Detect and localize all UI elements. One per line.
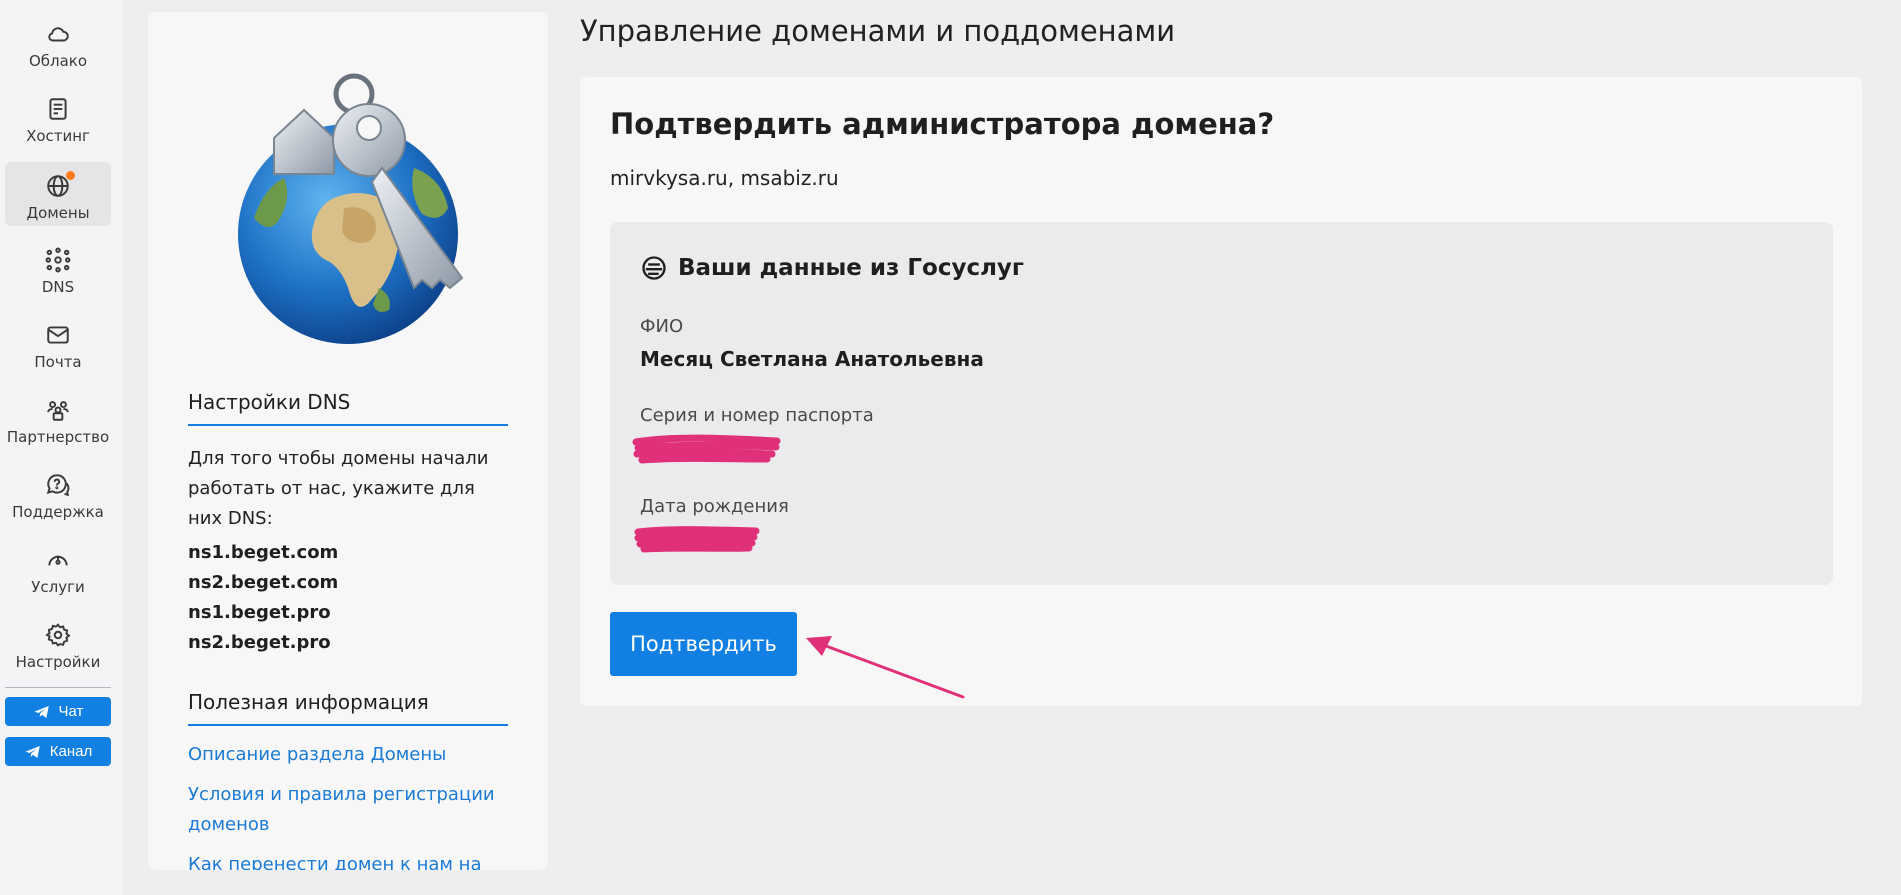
nameserver-item: ns1.beget.pro [188,602,331,623]
useful-info-title: Полезная информация [188,690,508,726]
fio-label: ФИО [640,316,684,337]
support-chat-icon [44,471,72,499]
domains-list: mirvkysa.ru, msabiz.ru [610,166,839,190]
link-domains-description[interactable]: Описание раздела Домены [188,740,508,770]
info-panel: Настройки DNS Для того чтобы домены нача… [148,12,548,870]
globe-keys-illustration [214,48,494,358]
page-title: Управление доменами и поддоменами [580,14,1176,48]
mail-icon [44,321,72,349]
confirm-admin-card: Подтвердить администратора домена? mirvk… [580,77,1862,706]
nav-item-settings[interactable]: Настройки [5,611,111,675]
dns-settings-title: Настройки DNS [188,390,508,426]
gear-icon [44,621,72,649]
passport-redaction-scribble [632,434,781,464]
channel-button-label: Канал [49,743,93,760]
passport-label: Серия и номер паспорта [640,405,874,426]
fio-value: Месяц Светлана Анатольевна [640,347,984,371]
nav-item-hosting[interactable]: Хостинг [5,85,111,149]
cloud-icon [44,20,72,48]
nav-label: Домены [26,204,90,222]
link-transfer-domain[interactable]: Как перенести домен к нам на [188,850,508,870]
speedometer-icon [44,546,72,574]
nameserver-item: ns2.beget.com [188,572,339,593]
chat-button-label: Чат [58,703,84,720]
nav-label: Поддержка [12,503,104,521]
nav-item-cloud[interactable]: Облако [5,10,111,74]
gosuslugi-data-panel: Ваши данные из Госуслуг ФИО Месяц Светла… [610,222,1833,585]
telegram-icon [25,745,40,758]
birthdate-redaction-scribble [634,526,760,553]
nav-item-partnership[interactable]: Партнерство [5,386,111,450]
nav-item-dns[interactable]: DNS [5,236,111,300]
card-title: Подтвердить администратора домена? [610,107,1275,141]
chat-button[interactable]: Чат [5,697,111,726]
nav-label: Хостинг [26,127,90,145]
link-registration-rules[interactable]: Условия и правила регистрации доменов [188,780,508,840]
nameserver-item: ns2.beget.pro [188,632,331,653]
nav-item-support[interactable]: Поддержка [5,461,111,525]
nav-label: Почта [34,353,82,371]
channel-button[interactable]: Канал [5,737,111,766]
telegram-icon [34,705,49,718]
dns-network-icon [44,246,72,274]
nav-label: DNS [41,278,75,296]
server-icon [44,95,72,123]
birthdate-label: Дата рождения [640,496,789,517]
gosuslugi-header: Ваши данные из Госуслуг [640,254,1024,282]
nav-label: Настройки [15,653,101,671]
nav-item-services[interactable]: Услуги [5,536,111,600]
nav-label: Партнерство [6,428,110,446]
gosuslugi-logo-icon [642,256,666,280]
nav-divider [5,687,111,688]
nav-item-mail[interactable]: Почта [5,311,111,375]
nav-label: Услуги [31,578,85,596]
notification-badge [66,171,75,180]
dns-settings-text: Для того чтобы домены начали работать от… [188,448,489,529]
nameserver-item: ns1.beget.com [188,542,339,563]
globe-icon [44,171,75,200]
confirm-button[interactable]: Подтвердить [610,612,797,676]
gosuslugi-title: Ваши данные из Госуслуг [678,255,1024,281]
nav-label: Облако [28,52,88,70]
main-sidebar: Облако Хостинг Домены DNS Почта Партнерс… [0,0,123,895]
partners-icon [44,396,72,424]
nav-item-domains[interactable]: Домены [5,162,111,226]
